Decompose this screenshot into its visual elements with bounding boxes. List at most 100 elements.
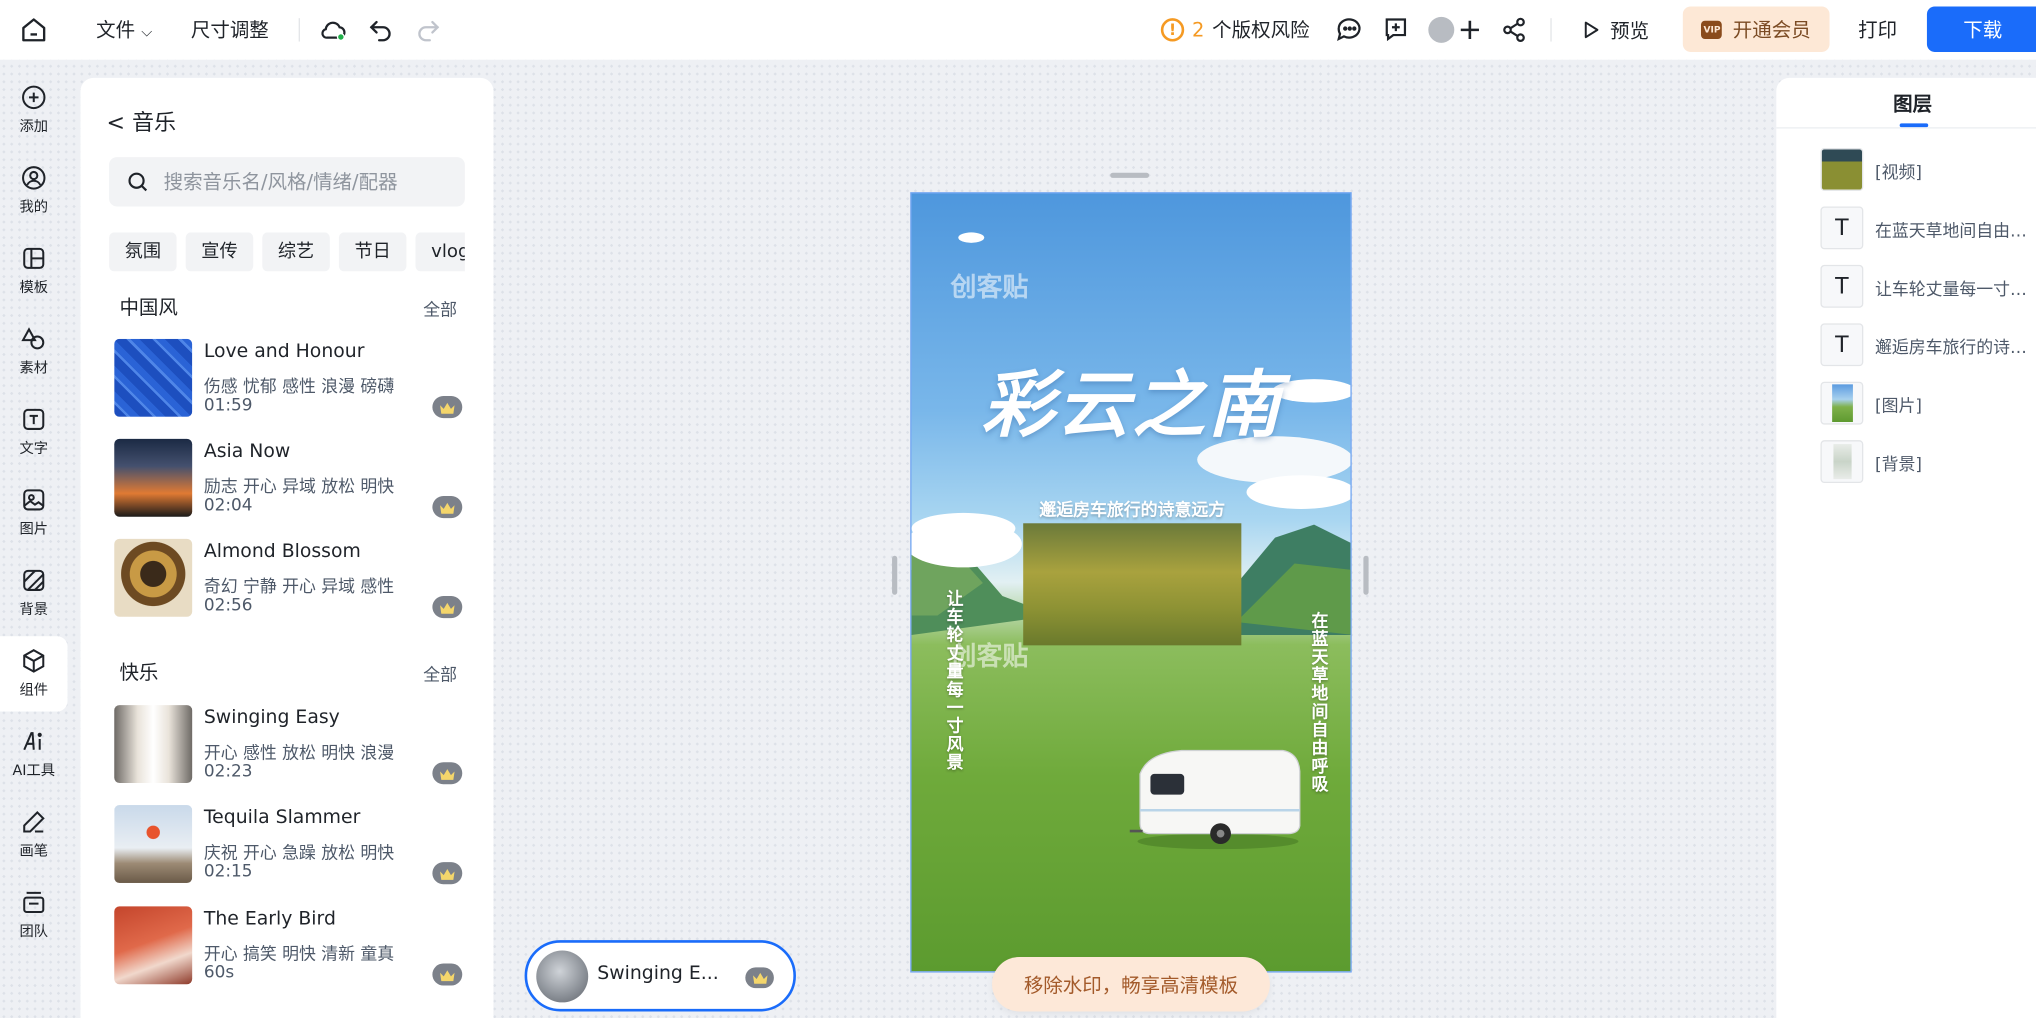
- music-track[interactable]: Tequila Slammer 庆祝 开心 急躁 放松 明快 02:15: [114, 805, 463, 886]
- rail-item-mine[interactable]: 我的: [0, 153, 68, 228]
- layer-item-text[interactable]: T 邂逅房车旅行的诗意远方: [1820, 323, 2036, 367]
- music-panel: < 音乐 氛围宣传综艺节日vlog 中国风 全部 Love and Honour…: [80, 77, 494, 1018]
- tag-chip[interactable]: 宣传: [185, 232, 254, 272]
- rail-label: 素材: [19, 359, 49, 377]
- track-tags: 伤感 忧郁 感性 浪漫 磅礴: [203, 377, 395, 398]
- music-search-input[interactable]: [163, 170, 450, 194]
- plus-circle-icon: [22, 85, 46, 110]
- track-name: Tequila Slammer: [203, 807, 361, 829]
- tag-chip[interactable]: 氛围: [109, 232, 177, 272]
- layer-label: 在蓝天草地间自由呼吸: [1874, 222, 2034, 242]
- rail-item-background[interactable]: 背景: [0, 556, 68, 631]
- resize-handle-top[interactable]: [1110, 172, 1150, 178]
- layers-tab[interactable]: 图层: [1893, 90, 1932, 117]
- redo-icon[interactable]: [413, 14, 444, 45]
- crown-icon: [432, 762, 463, 785]
- track-name: Love and Honour: [203, 341, 365, 363]
- rail-item-team[interactable]: 团队: [0, 878, 68, 953]
- poster-right-text[interactable]: 在蓝天草地间自由呼吸: [1305, 612, 1330, 794]
- rail-label: 我的: [19, 198, 49, 216]
- section-all-link[interactable]: 全部: [423, 296, 457, 320]
- music-player[interactable]: Swinging E...: [524, 940, 796, 1012]
- cloud-save-icon[interactable]: [318, 14, 349, 45]
- ai-icon: [23, 732, 42, 751]
- divider: [1776, 127, 2036, 129]
- resize-menu[interactable]: 尺寸调整: [191, 16, 269, 43]
- track-cover: [114, 906, 193, 985]
- poster-left-text[interactable]: 让车轮丈量每一寸风景: [940, 590, 965, 772]
- image-icon: [23, 489, 45, 511]
- watermark-text: 创客贴: [950, 271, 1029, 303]
- rail-item-component[interactable]: 组件: [0, 636, 68, 712]
- rail-label: AI工具: [12, 762, 56, 780]
- tag-chip[interactable]: vlog: [415, 232, 465, 272]
- poster-inner-image[interactable]: [1023, 523, 1242, 646]
- collaborator-avatar[interactable]: [1428, 16, 1455, 43]
- player-disc: [536, 950, 589, 1003]
- resize-handle-left[interactable]: [892, 555, 898, 595]
- crown-icon: [432, 595, 463, 619]
- track-duration: 02:56: [203, 595, 253, 616]
- track-duration: 02:15: [203, 862, 253, 882]
- rail-item-text[interactable]: 文字: [0, 395, 68, 470]
- rail-item-image[interactable]: 图片: [0, 475, 68, 550]
- copyright-risk[interactable]: ! 2 个版权风险: [1160, 16, 1310, 43]
- rail-item-material[interactable]: 素材: [0, 314, 68, 389]
- music-track[interactable]: Swinging Easy 开心 感性 放松 明快 浪漫 02:23: [114, 705, 463, 786]
- add-comment-icon[interactable]: [1380, 14, 1411, 45]
- section-title: 中国风: [119, 296, 178, 320]
- track-name: The Early Bird: [203, 908, 336, 930]
- track-cover: [114, 705, 193, 783]
- rail-item-add[interactable]: 添加: [0, 73, 68, 148]
- print-button[interactable]: 打印: [1841, 6, 1914, 51]
- tag-chip[interactable]: 节日: [338, 232, 407, 272]
- track-tags: 庆祝 开心 急躁 放松 明快: [203, 844, 395, 864]
- tag-chip[interactable]: 综艺: [262, 232, 330, 272]
- layer-item-video[interactable]: [视频]: [1820, 148, 2036, 192]
- preview-button[interactable]: 预览: [1579, 13, 1649, 47]
- undo-icon[interactable]: [365, 14, 396, 45]
- download-button[interactable]: 下载: [1926, 6, 2036, 52]
- resize-handle-right[interactable]: [1363, 555, 1369, 595]
- comment-icon[interactable]: [1334, 14, 1365, 45]
- layer-item-text[interactable]: T 让车轮丈量每一寸风景: [1820, 264, 2036, 309]
- video-layer-thumb: [1820, 148, 1864, 191]
- music-search[interactable]: [109, 157, 465, 207]
- rail-label: 背景: [19, 601, 49, 619]
- rail-item-brush[interactable]: 画笔: [0, 797, 68, 872]
- music-track[interactable]: The Early Bird 开心 搞笑 明快 清新 童真 60s: [114, 906, 463, 987]
- template-icon: [23, 247, 45, 269]
- add-collaborator-icon[interactable]: [1454, 14, 1485, 45]
- poster-title[interactable]: 彩云之南: [937, 347, 1327, 452]
- toolbar-divider: [1550, 18, 1552, 42]
- background-icon: [23, 569, 45, 591]
- vip-button[interactable]: VIP 开通会员: [1682, 6, 1830, 52]
- music-track[interactable]: Asia Now 励志 开心 异域 放松 明快 02:04: [114, 438, 463, 520]
- track-cover: [114, 805, 193, 883]
- music-back-title[interactable]: < 音乐: [106, 104, 176, 136]
- search-icon: [128, 172, 148, 192]
- rail-item-template[interactable]: 模板: [0, 234, 68, 309]
- file-menu[interactable]: 文件 ⌵: [96, 16, 152, 43]
- rail-item-ai-tools[interactable]: AI工具: [0, 717, 68, 792]
- vip-badge-icon: VIP: [1701, 20, 1723, 39]
- track-name: Almond Blossom: [203, 541, 361, 563]
- layer-label: [图片]: [1874, 397, 1922, 417]
- poster-subtitle[interactable]: 邂逅房车旅行的诗意远方: [912, 496, 1351, 520]
- crown-icon: [432, 396, 463, 419]
- section-all-link[interactable]: 全部: [423, 661, 457, 685]
- music-track[interactable]: Almond Blossom 奇幻 宁静 开心 异域 感性 02:56: [114, 538, 463, 620]
- share-icon[interactable]: [1498, 14, 1529, 45]
- text-layer-icon: T: [1820, 264, 1864, 308]
- design-canvas[interactable]: 创客贴 创客贴 彩云之南 邂逅房车旅行的诗意远方 让车轮丈量每一寸风景 在蓝天草…: [910, 192, 1352, 973]
- layer-item-background[interactable]: [背景]: [1820, 440, 2036, 484]
- section-title: 快乐: [119, 660, 159, 685]
- music-track[interactable]: Love and Honour 伤感 忧郁 感性 浪漫 磅礴 01:59: [114, 338, 463, 420]
- warning-icon: !: [1160, 17, 1185, 41]
- home-icon[interactable]: [18, 14, 49, 45]
- layer-item-image[interactable]: [图片]: [1820, 381, 2036, 426]
- layer-item-text[interactable]: T 在蓝天草地间自由呼吸: [1820, 206, 2036, 250]
- text-icon: [23, 408, 45, 430]
- remove-watermark-banner[interactable]: 移除水印，畅享高清模板: [992, 956, 1270, 1012]
- crown-icon: [432, 496, 463, 519]
